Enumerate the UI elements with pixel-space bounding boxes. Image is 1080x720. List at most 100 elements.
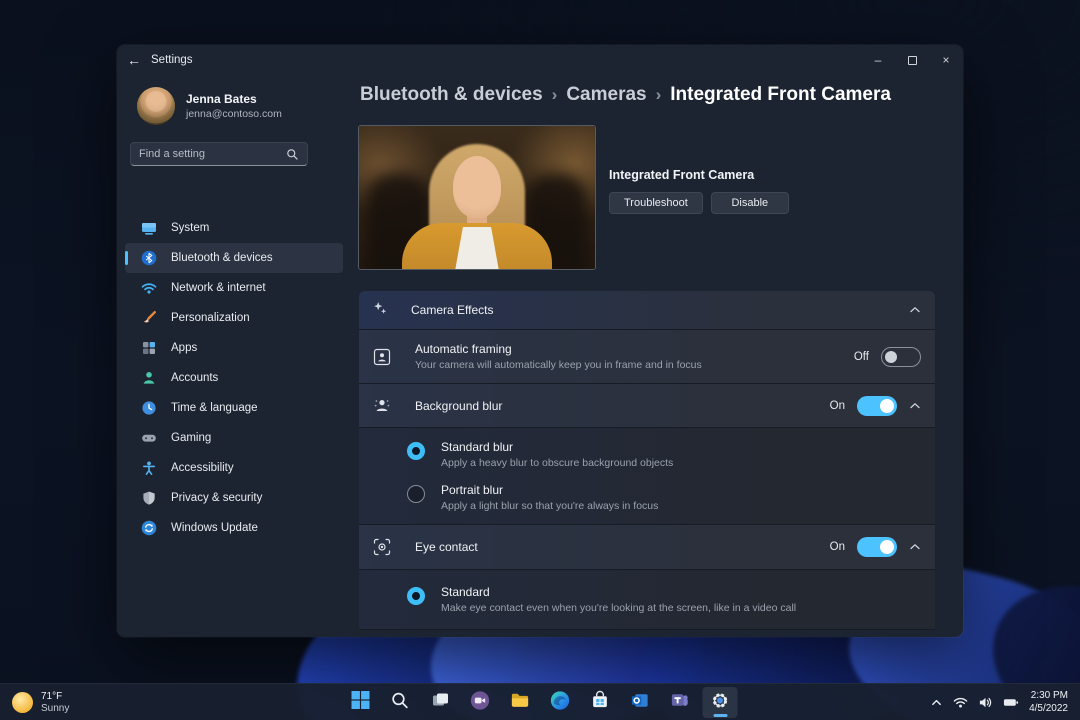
file-explorer-button[interactable] (503, 687, 538, 718)
user-profile[interactable]: Jenna Bates jenna@contoso.com (137, 87, 359, 125)
breadcrumb-separator: › (552, 85, 558, 105)
sidebar-item-label: Apps (171, 342, 197, 354)
titlebar: ← Settings – × (117, 45, 963, 75)
sidebar-item-label: Privacy & security (171, 492, 262, 504)
chat-button[interactable] (463, 687, 498, 718)
accessibility-icon (141, 460, 157, 476)
task-view-button[interactable] (423, 687, 458, 718)
sidebar-item-accessibility[interactable]: Accessibility (125, 453, 343, 483)
user-name: Jenna Bates (186, 92, 282, 106)
window-controls: – × (861, 45, 963, 75)
eye-contact-toggle[interactable] (857, 537, 897, 557)
sidebar-item-label: Time & language (171, 402, 258, 414)
background-blur-toggle[interactable] (857, 396, 897, 416)
sidebar-item-bluetooth-devices[interactable]: Bluetooth & devices (125, 243, 343, 273)
eye-contact-options: Standard Make eye contact even when you'… (359, 570, 935, 630)
sidebar-nav: System Bluetooth & devices Network & int… (125, 213, 343, 543)
sidebar-item-personalization[interactable]: Personalization (125, 303, 343, 333)
automatic-framing-subtitle: Your camera will automatically keep you … (415, 359, 854, 371)
outlook-button[interactable] (623, 687, 658, 718)
breadcrumb-bluetooth-devices[interactable]: Bluetooth & devices (360, 84, 543, 106)
store-button[interactable] (583, 687, 618, 718)
radio-selected[interactable] (407, 587, 425, 605)
radio-unselected[interactable] (407, 485, 425, 503)
eye-frame-icon (373, 538, 391, 556)
sidebar-item-label: System (171, 222, 209, 234)
battery-icon[interactable] (1003, 695, 1019, 710)
sidebar-item-accounts[interactable]: Accounts (125, 363, 343, 393)
gamepad-icon (141, 430, 157, 446)
troubleshoot-button[interactable]: Troubleshoot (609, 192, 703, 214)
sidebar-item-system[interactable]: System (125, 213, 343, 243)
taskbar-clock[interactable]: 2:30 PM 4/5/2022 (1029, 689, 1068, 716)
weather-widget[interactable]: 71°F Sunny (12, 691, 69, 714)
sidebar-item-apps[interactable]: Apps (125, 333, 343, 363)
edge-icon (550, 690, 571, 716)
chevron-up-icon[interactable] (909, 400, 921, 412)
sidebar-item-network-internet[interactable]: Network & internet (125, 273, 343, 303)
bluetooth-icon (141, 250, 157, 266)
sidebar-item-label: Accessibility (171, 462, 234, 474)
background-blur-options: Standard blur Apply a heavy blur to obsc… (359, 428, 935, 525)
sun-icon (12, 692, 33, 713)
automatic-framing-toggle[interactable] (881, 347, 921, 367)
sidebar-item-label: Accounts (171, 372, 218, 384)
sidebar: Jenna Bates jenna@contoso.com System Blu… (117, 75, 359, 637)
page-title: Integrated Front Camera (670, 84, 891, 106)
start-button[interactable] (343, 687, 378, 718)
folder-icon (510, 690, 531, 716)
background-blur-row[interactable]: Background blur On (359, 384, 935, 428)
radio-selected[interactable] (407, 442, 425, 460)
task-view-icon (430, 690, 450, 715)
wifi-icon[interactable] (953, 695, 968, 710)
person-frame-icon (373, 348, 391, 366)
breadcrumb-cameras[interactable]: Cameras (566, 84, 646, 106)
system-tray: 2:30 PM 4/5/2022 (930, 689, 1068, 716)
taskbar-search-button[interactable] (383, 687, 418, 718)
person-icon (141, 370, 157, 386)
maximize-button[interactable] (895, 45, 929, 75)
settings-taskbar-button[interactable] (703, 687, 738, 718)
sidebar-item-privacy-security[interactable]: Privacy & security (125, 483, 343, 513)
disable-button[interactable]: Disable (711, 192, 789, 214)
volume-icon[interactable] (978, 695, 993, 710)
sidebar-item-time-language[interactable]: Time & language (125, 393, 343, 423)
shield-icon (141, 490, 157, 506)
eye-contact-standard-option[interactable]: Standard Make eye contact even when you'… (407, 585, 921, 614)
teams-button[interactable] (663, 687, 698, 718)
sidebar-item-label: Gaming (171, 432, 211, 444)
user-email: jenna@contoso.com (186, 108, 282, 120)
eye-contact-toggle-label: On (830, 541, 845, 553)
wifi-icon (141, 280, 157, 296)
back-button[interactable]: ← (117, 45, 151, 75)
sidebar-item-windows-update[interactable]: Windows Update (125, 513, 343, 543)
search-box[interactable] (130, 142, 308, 166)
blur-person-icon (373, 397, 391, 415)
maximize-icon (908, 56, 917, 65)
taskbar: 71°F Sunny (0, 683, 1080, 720)
chevron-up-icon[interactable] (930, 696, 943, 709)
portrait-blur-option[interactable]: Portrait blur Apply a light blur so that… (407, 483, 921, 512)
chevron-up-icon (909, 304, 921, 316)
brush-icon (141, 310, 157, 326)
edge-button[interactable] (543, 687, 578, 718)
minimize-button[interactable]: – (861, 45, 895, 75)
camera-effects-expander[interactable]: Camera Effects (359, 291, 935, 330)
sidebar-item-gaming[interactable]: Gaming (125, 423, 343, 453)
search-input[interactable] (139, 148, 286, 160)
device-name: Integrated Front Camera (609, 168, 789, 182)
standard-blur-option[interactable]: Standard blur Apply a heavy blur to obsc… (407, 440, 921, 469)
chevron-up-icon[interactable] (909, 541, 921, 553)
close-button[interactable]: × (929, 45, 963, 75)
apps-icon (141, 340, 157, 356)
windows-logo-icon (350, 690, 370, 715)
portrait-blur-desc: Apply a light blur so that you're always… (441, 500, 658, 512)
eye-contact-standard-desc: Make eye contact even when you're lookin… (441, 602, 796, 614)
sidebar-item-label: Personalization (171, 312, 250, 324)
eye-contact-row[interactable]: Eye contact On (359, 525, 935, 570)
camera-effects-card: Camera Effects Automatic framing Your ca… (359, 291, 935, 637)
automatic-framing-title: Automatic framing (415, 342, 854, 356)
sidebar-item-label: Network & internet (171, 282, 266, 294)
eye-contact-title: Eye contact (415, 540, 830, 554)
camera-effects-title: Camera Effects (411, 303, 493, 317)
